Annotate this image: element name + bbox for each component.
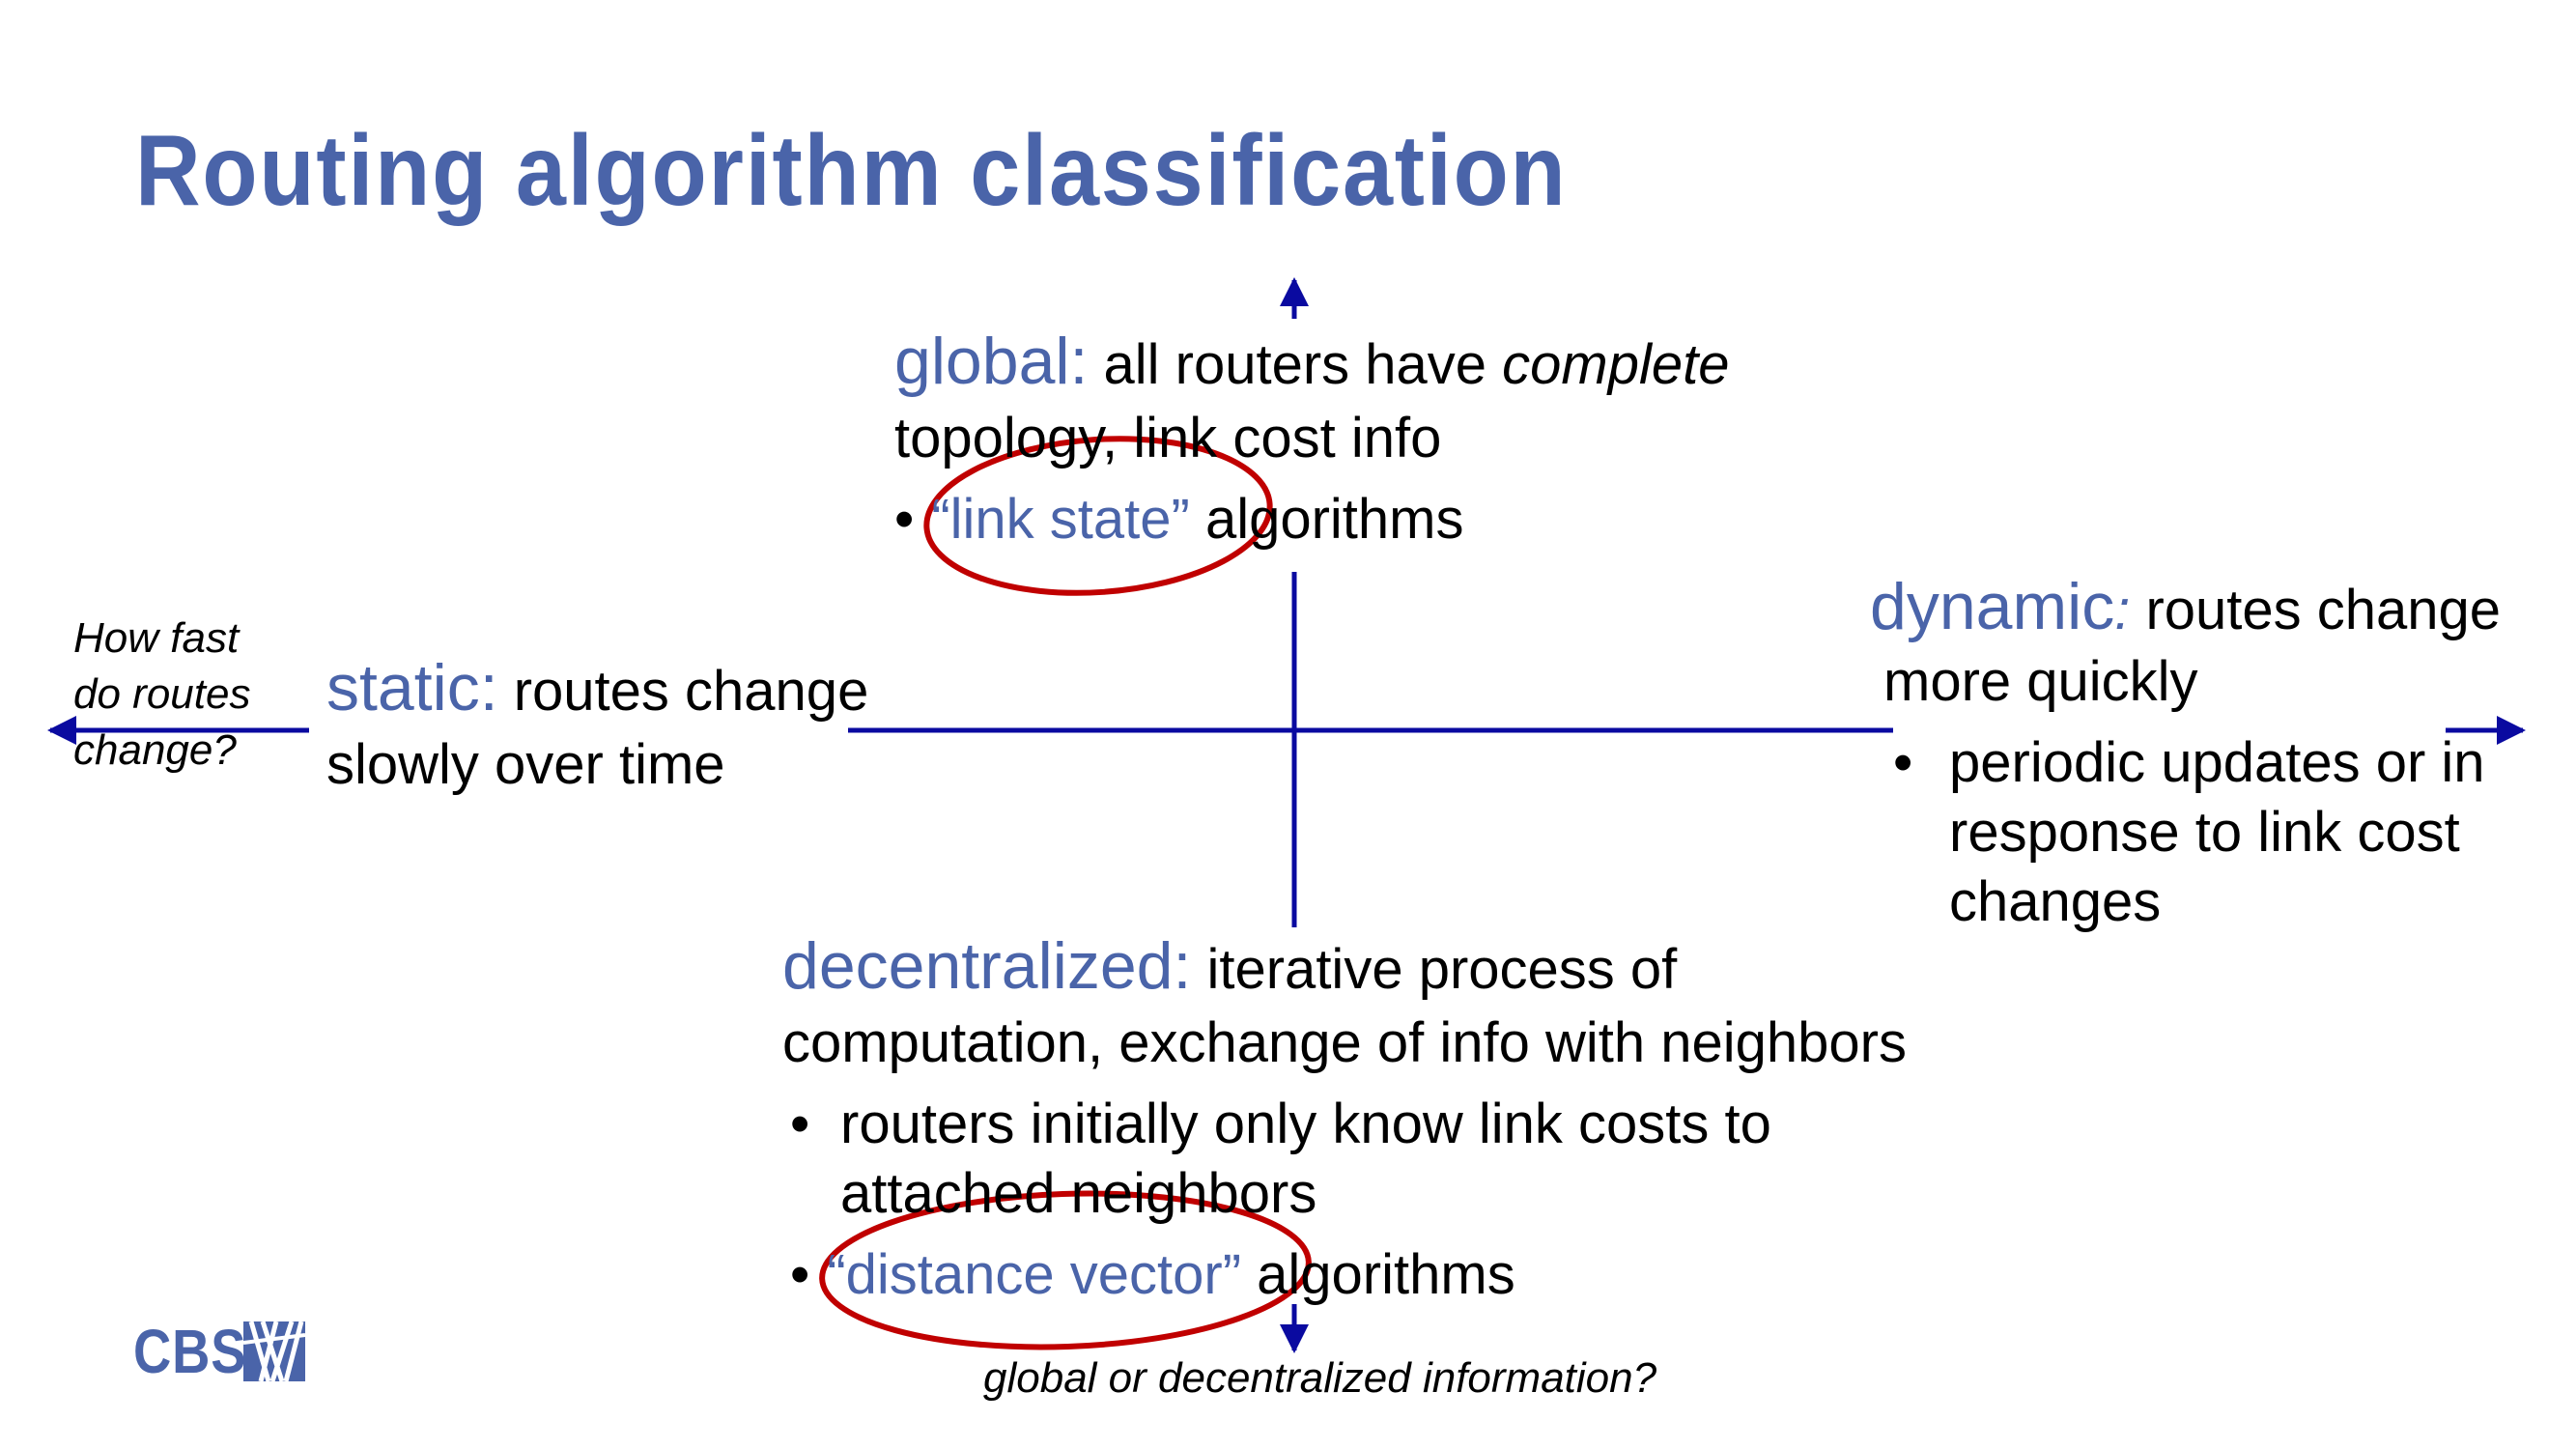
distance-vector-rest: algorithms (1241, 1243, 1515, 1306)
decentralized-bullet-2: • “distance vector” algorithms (790, 1238, 1515, 1312)
link-state-term: “link state” (931, 488, 1190, 551)
static-desc: routes change (497, 660, 869, 723)
horizontal-axis-label-2: do routes (73, 670, 251, 718)
global-line-2: topology, link cost info (894, 407, 1442, 469)
dynamic-bullet-line-3: changes (1949, 870, 2162, 933)
decentralized-desc: iterative process of (1191, 938, 1678, 1001)
dynamic-bullet-line-2: response to link cost (1949, 801, 2460, 864)
bullet-dot: • (790, 1243, 810, 1306)
dynamic-term: dynamic (1870, 570, 2115, 643)
vertical-axis-label: global or decentralized information? (983, 1354, 1657, 1402)
cbs-logo-text: CBS (133, 1317, 247, 1386)
dynamic-bullet-line-1: periodic updates or in (1949, 731, 2485, 794)
decentralized-bullet-1-dot: • (790, 1093, 810, 1155)
dynamic-desc: routes change (2130, 579, 2502, 641)
dynamic-colon: : (2114, 579, 2131, 641)
dynamic-bullet-dot: • (1893, 731, 1913, 794)
static-line-1: static: routes change (326, 651, 868, 728)
horizontal-axis-label-1: How fast (73, 614, 240, 662)
global-desc-emphasis: complete (1502, 333, 1730, 396)
dynamic-line-2: more quickly (1883, 650, 2198, 713)
link-state-rest: algorithms (1189, 488, 1464, 551)
global-line-1: global: all routers have complete (894, 325, 1730, 402)
static-term: static: (326, 651, 498, 724)
global-bullet: • “link state” algorithms (894, 483, 1463, 556)
bullet-dot: • (894, 488, 915, 551)
decentralized-line-1: decentralized: iterative process of (782, 929, 1677, 1007)
dynamic-line-1: dynamic: routes change (1870, 570, 2501, 647)
cbs-logo-icon (243, 1321, 305, 1381)
static-line-2: slowly over time (326, 733, 725, 796)
decentralized-line-2: computation, exchange of info with neigh… (782, 1011, 1907, 1074)
global-term: global: (894, 325, 1089, 398)
decentralized-term: decentralized: (782, 929, 1192, 1003)
global-desc: all routers have (1088, 333, 1503, 396)
horizontal-axis-label-3: change? (73, 726, 237, 774)
decentralized-bullet-1-line-2: attached neighbors (840, 1162, 1317, 1225)
distance-vector-term: “distance vector” (827, 1243, 1242, 1306)
decentralized-bullet-1-line-1: routers initially only know link costs t… (840, 1093, 1771, 1155)
